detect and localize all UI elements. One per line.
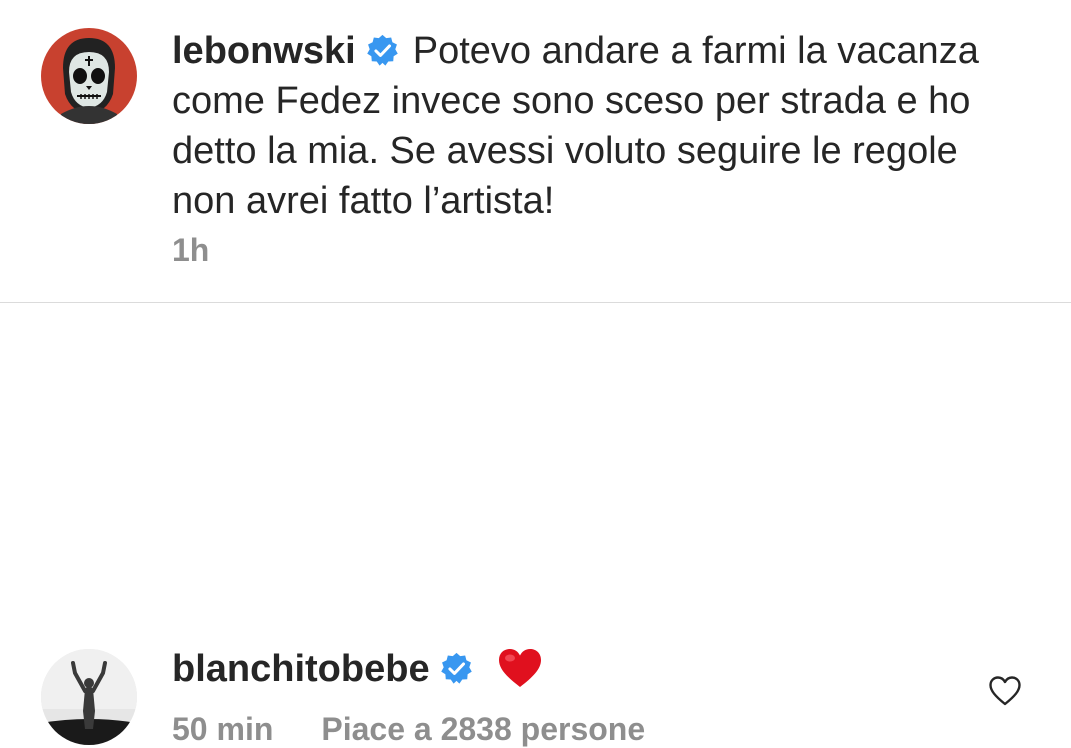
heart-outline-icon — [989, 676, 1021, 706]
likes-count[interactable]: Piace a 2838 persone — [321, 711, 645, 747]
red-heart-emoji-icon — [498, 649, 541, 687]
avatar[interactable] — [41, 649, 137, 745]
comment-body: blanchitobebe — [172, 644, 972, 694]
comment-item: blanchitobebe 50 min Piace a 2838 persone — [0, 303, 1071, 747]
verified-badge-icon — [440, 652, 472, 684]
comment-username[interactable]: lebonwski — [172, 30, 356, 72]
silhouette-avatar-icon — [41, 649, 137, 745]
comment-timestamp: 1h — [172, 232, 210, 268]
comment-username[interactable]: blanchitobebe — [172, 648, 430, 690]
verified-badge-icon — [366, 34, 398, 66]
skull-portrait-avatar-icon — [41, 28, 137, 124]
comment-item: lebonwski Potevo andare a farmi la vacanz… — [0, 0, 1071, 302]
like-button[interactable] — [988, 675, 1022, 707]
comment-meta: 50 min Piace a 2838 persone — [172, 711, 645, 748]
comment-meta: 1h — [172, 232, 209, 269]
avatar[interactable] — [41, 28, 137, 124]
comment-body: lebonwski Potevo andare a farmi la vacanz… — [172, 26, 1012, 226]
comment-timestamp: 50 min — [172, 711, 274, 747]
